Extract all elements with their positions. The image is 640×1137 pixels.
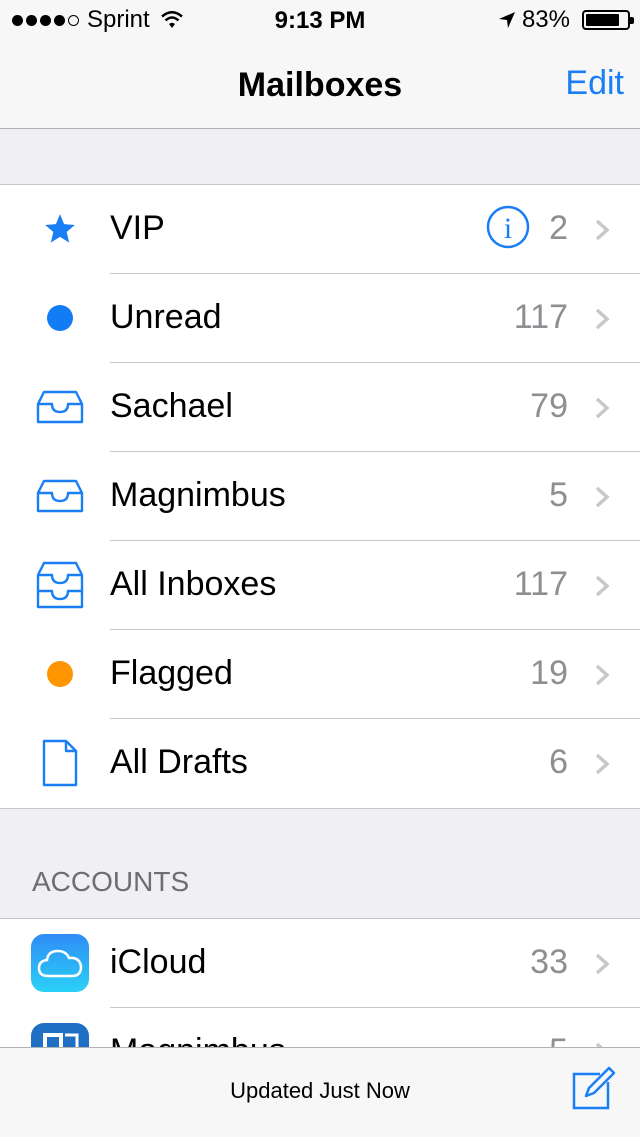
battery-icon [582, 10, 634, 30]
chevron-right-icon [595, 575, 610, 597]
account-label: iCloud [110, 943, 207, 981]
mailbox-label: Magnimbus [110, 476, 286, 514]
battery-percent: 83% [521, 6, 570, 33]
mailbox-row-sachael[interactable]: Sachael 79 [0, 363, 640, 452]
mailbox-row-all-inboxes[interactable]: All Inboxes 117 [0, 541, 640, 630]
flag-dot-icon [30, 644, 90, 704]
document-icon [30, 733, 90, 793]
mailbox-count: 79 [530, 387, 568, 425]
navigation-bar: Mailboxes Edit [0, 40, 640, 129]
star-icon [30, 199, 90, 259]
mailbox-count: 6 [549, 743, 568, 781]
mailbox-count: 19 [530, 654, 568, 692]
mailbox-label: All Inboxes [110, 565, 277, 603]
mailbox-count: 5 [549, 476, 568, 514]
location-arrow-icon [498, 12, 515, 28]
bottom-toolbar: Updated Just Now [0, 1047, 640, 1137]
mailbox-row-magnimbus[interactable]: Magnimbus 5 [0, 452, 640, 541]
mailbox-count: 117 [513, 565, 568, 603]
chevron-right-icon [595, 308, 610, 330]
compose-icon[interactable] [570, 1066, 616, 1112]
accounts-section-header: ACCOUNTS [32, 866, 190, 897]
unread-dot-icon [30, 288, 90, 348]
inbox-tray-icon [30, 466, 90, 526]
status-bar: Sprint 9:13 PM 83% [0, 0, 640, 40]
icloud-icon [30, 933, 90, 993]
battery-fill [586, 14, 619, 26]
account-count: 33 [530, 943, 568, 981]
mailbox-label: Unread [110, 298, 222, 336]
update-status: Updated Just Now [230, 1078, 410, 1103]
mailboxes-list: VIP i 2 Unread 117 Sachael 79 Magnimbus … [0, 184, 640, 809]
chevron-right-icon [595, 486, 610, 508]
page-title: Mailboxes [237, 66, 403, 104]
info-icon[interactable]: i [486, 205, 530, 249]
chevron-right-icon [595, 753, 610, 775]
mailbox-label: VIP [110, 209, 165, 247]
inbox-tray-icon [30, 377, 90, 437]
mailbox-count: 117 [513, 298, 568, 336]
mailbox-count: 2 [549, 209, 568, 247]
status-right: 83% [498, 6, 634, 34]
mailbox-row-flagged[interactable]: Flagged 19 [0, 630, 640, 719]
svg-text:i: i [504, 212, 512, 245]
mailbox-row-all-drafts[interactable]: All Drafts 6 [0, 719, 640, 808]
mailbox-label: Sachael [110, 387, 233, 425]
chevron-right-icon [595, 397, 610, 419]
edit-button[interactable]: Edit [565, 64, 624, 103]
chevron-right-icon [595, 219, 610, 241]
chevron-right-icon [595, 953, 610, 975]
mailbox-label: Flagged [110, 654, 233, 692]
mailbox-row-vip[interactable]: VIP i 2 [0, 185, 640, 274]
mailbox-row-unread[interactable]: Unread 117 [0, 274, 640, 363]
stacked-inbox-icon [30, 555, 90, 615]
chevron-right-icon [595, 664, 610, 686]
account-row-icloud[interactable]: iCloud 33 [0, 919, 640, 1008]
mailbox-label: All Drafts [110, 743, 248, 781]
